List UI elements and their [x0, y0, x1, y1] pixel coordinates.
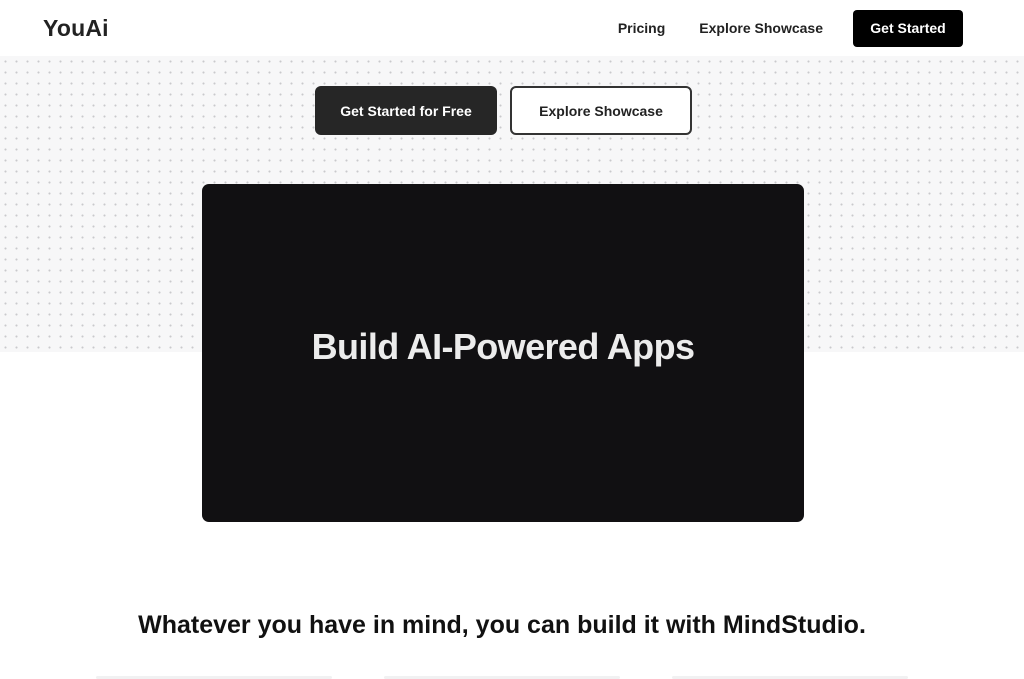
nav-pricing-link[interactable]: Pricing [618, 20, 665, 36]
video-title: Build AI-Powered Apps [311, 326, 695, 367]
nav-explore-showcase-link[interactable]: Explore Showcase [699, 20, 823, 36]
main-nav: Pricing Explore Showcase Get Started [618, 9, 963, 47]
section-heading: Whatever you have in mind, you can build… [138, 611, 866, 639]
get-started-button[interactable]: Get Started [853, 9, 963, 47]
hero-video[interactable]: Build AI-Powered Apps [202, 184, 804, 522]
explore-showcase-button[interactable]: Explore Showcase [510, 86, 692, 135]
get-started-free-button[interactable]: Get Started for Free [315, 86, 497, 135]
card-row-edge [0, 674, 1024, 679]
site-header: YouAi Pricing Explore Showcase Get Start… [0, 0, 1024, 56]
logo[interactable]: YouAi [43, 15, 109, 42]
hero-actions: Get Started for Free Explore Showcase [315, 86, 692, 135]
